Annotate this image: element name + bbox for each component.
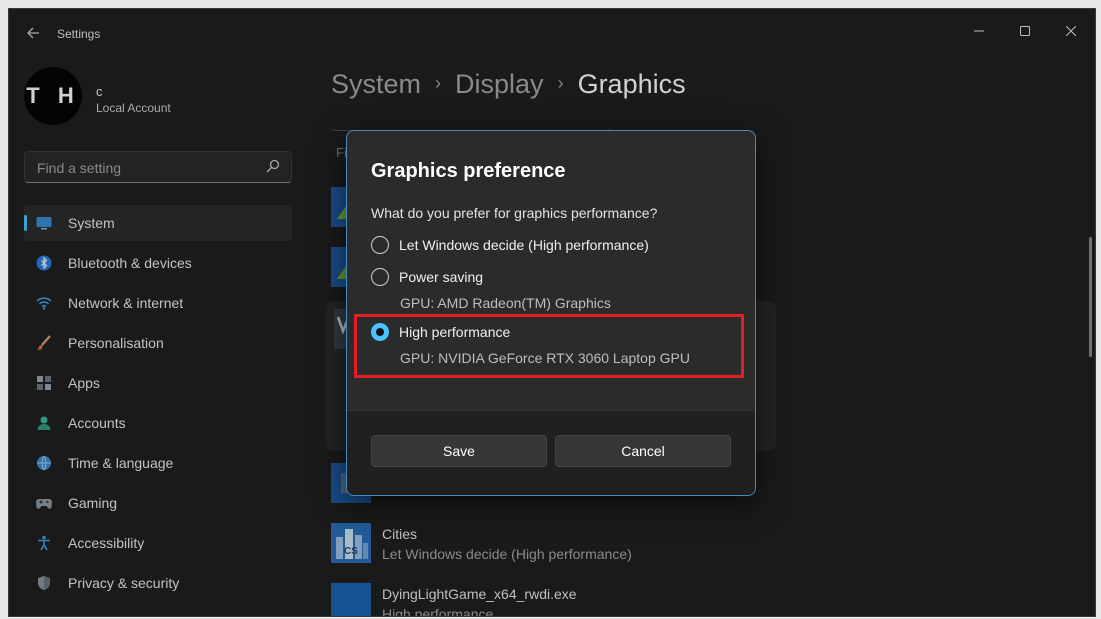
gpu-power-saving: GPU: AMD Radeon(TM) Graphics [400,295,611,311]
dialog-title: Graphics preference [371,160,566,182]
cancel-button[interactable]: Cancel [555,435,731,467]
dialog-footer: Save Cancel [347,410,755,495]
graphics-preference-dialog: Graphics preference What do you prefer f… [346,130,756,496]
option-power-saving[interactable]: Power saving [371,268,731,290]
dialog-question: What do you prefer for graphics performa… [371,205,658,221]
radio-button[interactable] [371,268,389,286]
option-label: Let Windows decide (High performance) [399,237,649,253]
radio-button[interactable] [371,236,389,254]
option-label: Power saving [399,269,484,285]
highlight-annotation [354,314,744,378]
save-button[interactable]: Save [371,435,547,467]
option-let-windows-decide[interactable]: Let Windows decide (High performance) [371,236,731,258]
